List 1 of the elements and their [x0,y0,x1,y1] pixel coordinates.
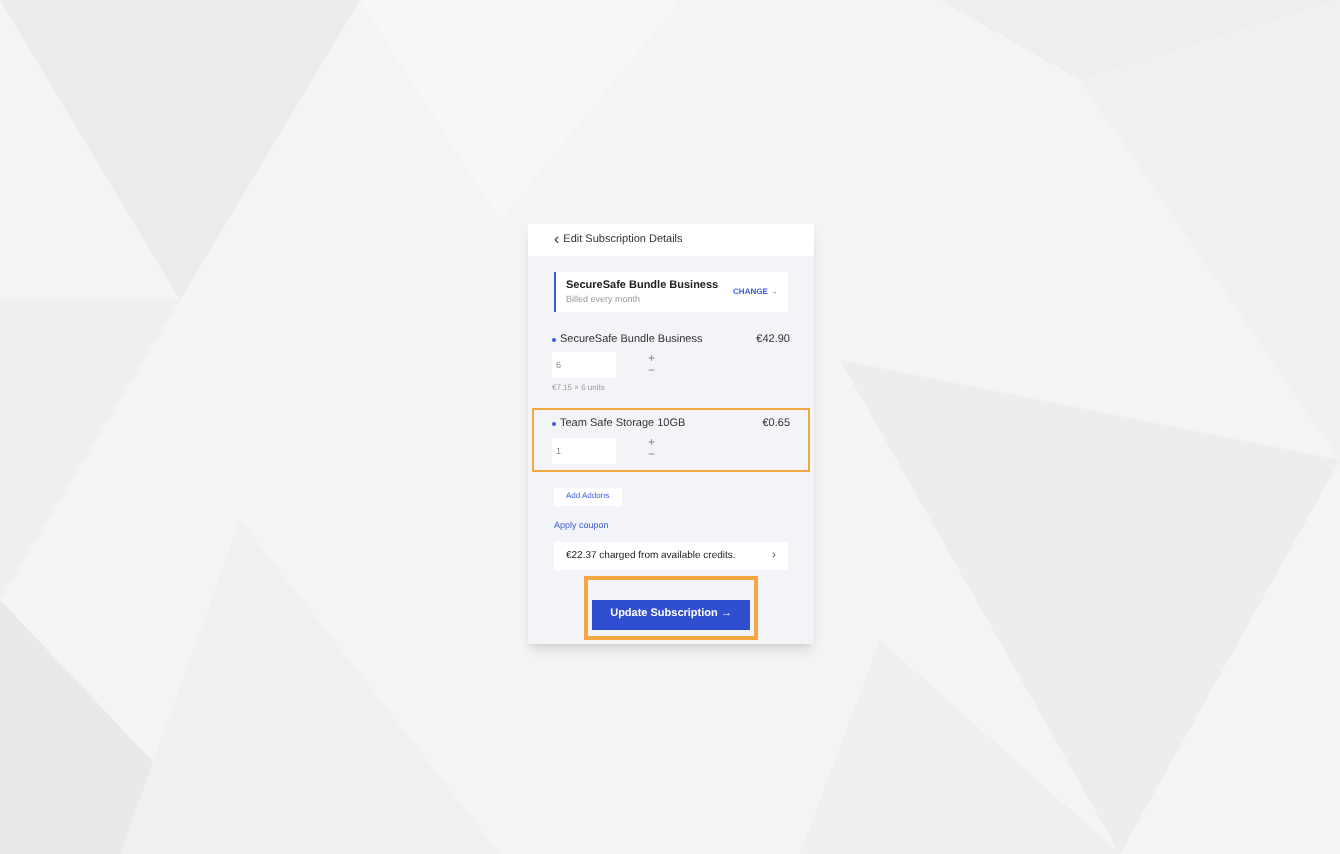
back-icon[interactable]: ‹ [554,232,560,248]
